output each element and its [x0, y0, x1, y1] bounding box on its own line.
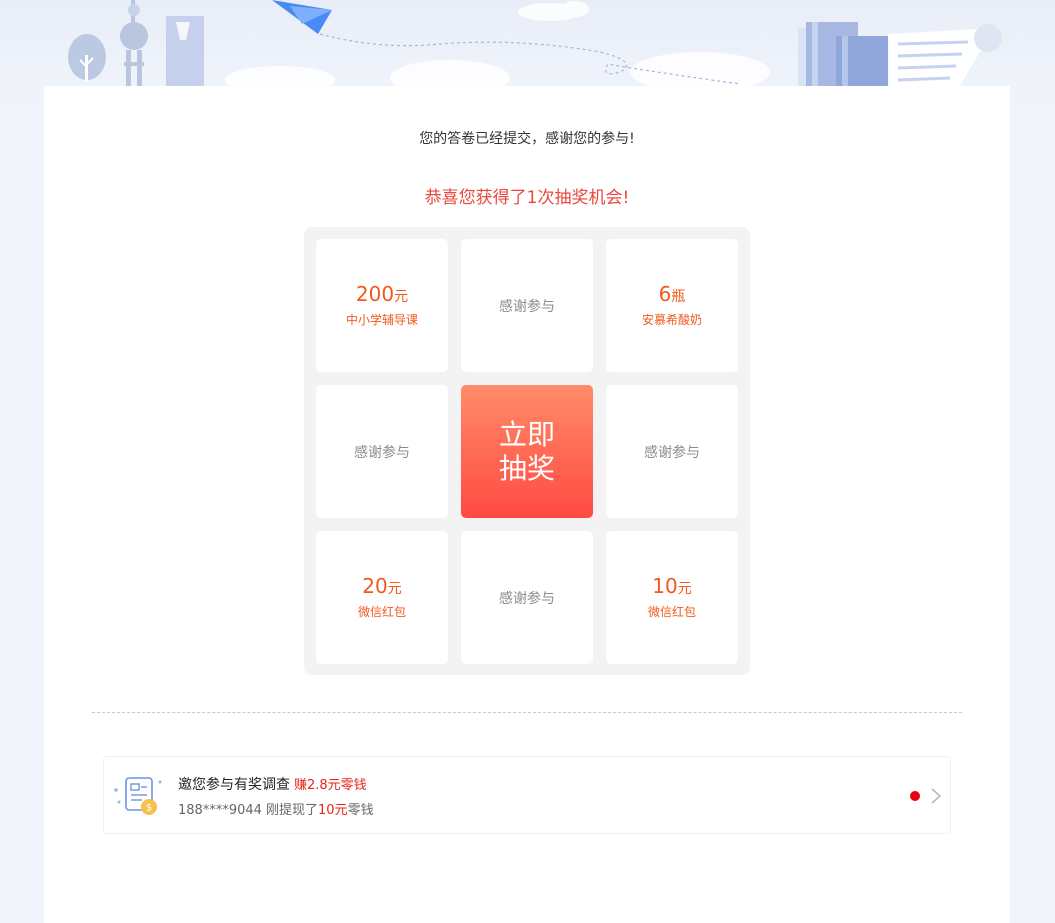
thanks-cell: 感谢参与	[461, 239, 593, 372]
red-dot-badge	[910, 791, 920, 801]
draw-button-line2: 抽奖	[498, 451, 555, 485]
thanks-cell: 感谢参与	[606, 385, 738, 518]
chevron-right-icon[interactable]	[930, 787, 942, 805]
invite-title-text: 邀您参与有奖调查	[178, 777, 290, 793]
result-card: 您的答卷已经提交，感谢您的参与! 恭喜您获得了1次抽奖机会! 200元 中小学辅…	[44, 86, 1010, 923]
draw-now-button[interactable]: 立即 抽奖	[461, 385, 593, 518]
prize-description: 中小学辅导课	[345, 313, 418, 327]
thanks-label: 感谢参与	[499, 298, 555, 315]
withdraw-prefix: 188****9044 刚提现了	[178, 803, 319, 818]
prize-description: 微信红包	[647, 605, 696, 619]
prize-unit: 元	[394, 289, 409, 305]
prize-amount-value: 6	[658, 282, 672, 306]
prize-cell-tutoring: 200元 中小学辅导课	[316, 239, 448, 372]
thanks-label: 感谢参与	[499, 590, 555, 607]
invite-earn-text: 赚2.8元零钱	[294, 778, 367, 793]
prize-amount-value: 200	[355, 282, 395, 306]
lottery-grid: 200元 中小学辅导课 感谢参与 6瓶 安慕希酸奶 感谢参与 立即 抽奖 感谢参…	[304, 227, 750, 675]
lottery-chance-text: 恭喜您获得了1次抽奖机会!	[424, 188, 630, 208]
invite-title: 邀您参与有奖调查 赚2.8元零钱	[178, 774, 367, 794]
prize-cell-redpacket-10: 10元 微信红包	[606, 531, 738, 664]
survey-money-icon: $	[114, 777, 162, 815]
submission-thanks-text: 您的答卷已经提交，感谢您的参与!	[419, 131, 635, 147]
prize-unit: 瓶	[671, 289, 686, 305]
prize-unit: 元	[387, 581, 402, 597]
withdraw-suffix: 零钱	[347, 803, 374, 818]
thanks-label: 感谢参与	[354, 444, 410, 461]
thanks-cell: 感谢参与	[461, 531, 593, 664]
thanks-cell: 感谢参与	[316, 385, 448, 518]
dashed-divider	[92, 712, 962, 713]
invite-survey-banner[interactable]: $ 邀您参与有奖调查 赚2.8元零钱 188****9044 刚提现了10元零钱	[103, 756, 951, 834]
invite-subtitle: 188****9044 刚提现了10元零钱	[178, 799, 374, 818]
svg-text:$: $	[146, 803, 152, 814]
prize-unit: 元	[677, 581, 692, 597]
prize-amount: 200元	[356, 283, 408, 308]
prize-description: 安慕希酸奶	[641, 313, 702, 327]
prize-amount: 20元	[362, 575, 401, 600]
thanks-label: 感谢参与	[644, 444, 700, 461]
draw-button-line1: 立即	[498, 417, 555, 451]
prize-amount-value: 10	[652, 574, 678, 598]
withdraw-amount: 10元	[318, 803, 348, 818]
prize-amount-value: 20	[362, 574, 388, 598]
prize-amount: 6瓶	[659, 283, 686, 308]
prize-description: 微信红包	[357, 605, 406, 619]
prize-cell-yogurt: 6瓶 安慕希酸奶	[606, 239, 738, 372]
prize-cell-redpacket-20: 20元 微信红包	[316, 531, 448, 664]
prize-amount: 10元	[652, 575, 691, 600]
